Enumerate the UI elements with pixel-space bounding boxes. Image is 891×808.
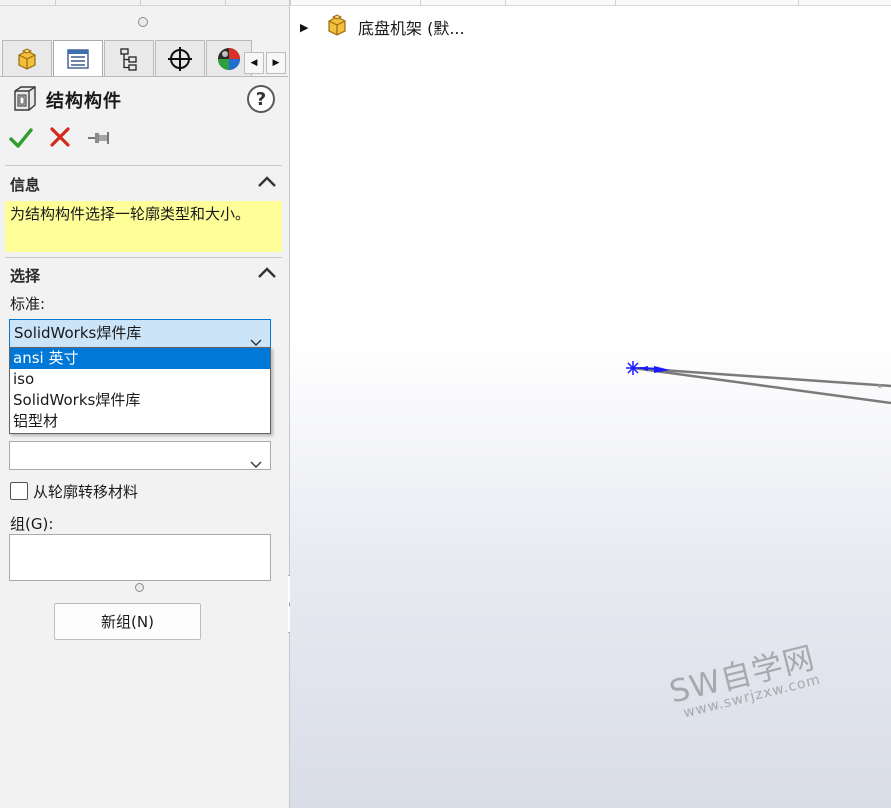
size-select[interactable] [9, 441, 271, 470]
selection-collapse-toggle[interactable] [257, 266, 277, 284]
caret-left-icon: ◀ [250, 58, 258, 68]
page-title: 结构构件 [46, 91, 122, 112]
list-resize-grip[interactable] [135, 583, 144, 592]
pushpin-icon [87, 132, 111, 154]
chevron-down-icon [250, 451, 262, 478]
chevron-up-icon [257, 266, 277, 284]
dropdown-option[interactable]: 铝型材 [10, 411, 270, 432]
configuration-tree-icon [116, 46, 142, 72]
sketch-line [632, 366, 891, 388]
help-label: ? [255, 88, 267, 110]
tab-propertymanager[interactable] [53, 40, 103, 77]
structural-member-icon [11, 85, 39, 117]
tabs-baseline [0, 76, 288, 77]
new-group-button[interactable]: 新组(N) [54, 603, 201, 640]
info-group-title: 信息 [10, 176, 41, 194]
group-label: 组(G): [10, 515, 54, 533]
caret-right-icon: ▶ [272, 58, 280, 68]
cancel-button[interactable] [49, 126, 71, 152]
tab-dimxpertmanager[interactable] [155, 40, 205, 76]
ok-button[interactable] [9, 126, 33, 154]
group-list[interactable] [9, 534, 271, 581]
new-group-button-label: 新组(N) [101, 613, 154, 631]
close-icon [49, 127, 71, 152]
standard-select-value: SolidWorks焊件库 [14, 324, 142, 342]
dropdown-option[interactable]: SolidWorks焊件库 [10, 390, 270, 411]
selection-group-title: 选择 [10, 267, 41, 285]
tab-featuremanager[interactable] [2, 40, 52, 76]
panel-resize-grip[interactable] [138, 17, 148, 27]
checkmark-icon [9, 128, 33, 154]
standard-select[interactable]: SolidWorks焊件库 [9, 319, 271, 348]
panel-top-strip [0, 0, 290, 6]
property-manager-panel: ◀ ▶ 结构构件 ? 信息 为结构构件选择一轮廓类型和大小。 选择 标准: So… [0, 0, 290, 808]
appearance-sphere-icon [215, 45, 243, 73]
tab-configurationmanager[interactable] [104, 40, 154, 76]
pin-button[interactable] [87, 126, 111, 154]
info-collapse-toggle[interactable] [257, 175, 277, 193]
standard-label: 标准: [10, 295, 46, 313]
sketch-line [632, 366, 891, 405]
divider [5, 257, 282, 258]
part-icon [14, 46, 40, 72]
info-message: 为结构构件选择一轮廓类型和大小。 [5, 201, 282, 252]
tab-scroll-left-button[interactable]: ◀ [244, 52, 264, 74]
standard-dropdown-list: ansi 英寸 iso SolidWorks焊件库 铝型材 [9, 347, 271, 434]
divider [5, 165, 282, 166]
origin-icon [626, 361, 640, 375]
dropdown-option[interactable]: iso [10, 369, 270, 390]
tab-scroll-right-button[interactable]: ▶ [266, 52, 286, 74]
transfer-material-label: 从轮廓转移材料 [33, 483, 139, 501]
dropdown-option[interactable]: ansi 英寸 [10, 348, 270, 369]
crosshair-icon [166, 45, 194, 73]
chevron-up-icon [257, 175, 277, 193]
property-list-icon [65, 46, 91, 72]
sketch-point [878, 384, 882, 388]
transfer-material-checkbox[interactable] [10, 482, 28, 500]
help-button[interactable]: ? [247, 85, 275, 113]
